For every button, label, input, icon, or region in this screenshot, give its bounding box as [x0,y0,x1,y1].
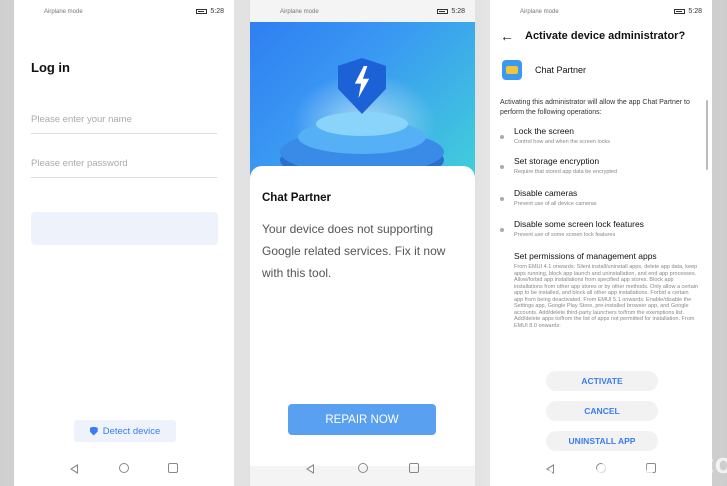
permission-item: Disable cameras Prevent use of all devic… [500,188,699,208]
permission-item: Set permissions of management apps From … [514,251,699,367]
activate-button[interactable]: ACTIVATE [546,371,658,391]
page-title: Log in [31,60,70,75]
permission-desc: Prevent use of some screen lock features [514,232,616,238]
permission-desc: From EMUI 4.1 onwards: Silent install/un… [514,264,699,329]
back-nav-icon[interactable] [306,464,314,474]
login-button[interactable] [31,212,218,245]
permission-item: Set storage encryption Require that stor… [500,156,699,176]
home-nav-icon[interactable] [357,463,368,473]
permission-title: Disable cameras [514,188,578,198]
bullet-icon [500,228,504,232]
nav-bar [14,460,234,480]
detect-device-button[interactable]: Detect device [74,420,176,442]
permission-desc: Control how and when the screen locks [514,139,610,145]
bullet-icon [500,197,504,201]
hero-banner [250,22,475,182]
status-bar: Airplane mode 5:28 [490,8,712,18]
back-nav-icon[interactable] [70,464,78,474]
repair-card: Chat Partner Your device does not suppor… [250,166,475,466]
permission-item: Lock the screen Control how and when the… [500,126,699,146]
permission-title: Set permissions of management apps [514,251,657,261]
page-title: Activate device administrator? [525,30,686,42]
status-time: 5:28 [451,8,465,15]
watermark: TECHNOCALIBT.COM [510,454,727,478]
status-mode: Airplane mode [280,9,319,15]
app-name: Chat Partner [262,192,332,204]
uninstall-app-button[interactable]: UNINSTALL APP [546,431,658,451]
admin-intro: Activating this administrator will allow… [500,99,690,116]
permission-title: Set storage encryption [514,156,600,166]
status-mode: Airplane mode [44,9,83,15]
app-name: Chat Partner [535,65,587,75]
battery-icon [437,8,449,14]
login-screen: Airplane mode 5:28 Log in Please enter y… [14,0,234,486]
battery-icon [674,8,686,14]
nav-bar [250,460,475,480]
cancel-button[interactable]: CANCEL [546,401,658,421]
battery-icon [196,8,208,14]
username-input[interactable]: Please enter your name [31,114,217,134]
permission-title: Disable some screen lock features [514,219,644,229]
bullet-icon [500,135,504,139]
repair-screen: Airplane mode 5:28 Chat Partner Your dev… [250,0,475,486]
status-time: 5:28 [210,8,224,15]
permission-desc: Prevent use of all device cameras [514,201,597,207]
status-mode: Airplane mode [520,9,559,15]
recents-nav-icon[interactable] [409,463,419,473]
permission-title: Lock the screen [514,126,575,136]
status-time: 5:28 [688,8,702,15]
status-bar: Airplane mode 5:28 [250,8,475,18]
header: ← Activate device administrator? [490,28,712,48]
password-input[interactable]: Please enter password [31,158,217,178]
recents-nav-icon[interactable] [168,463,178,473]
permission-item: Disable some screen lock features Preven… [500,219,699,239]
app-icon [502,60,522,80]
shield-icon [89,426,98,436]
detect-device-label: Detect device [102,425,161,437]
device-admin-screen: Airplane mode 5:28 ← Activate device adm… [490,0,712,486]
scrollbar[interactable] [706,100,708,170]
repair-message: Your device does not supporting Google r… [262,222,446,280]
home-nav-icon[interactable] [119,463,129,473]
bullet-icon [500,165,504,169]
repair-now-button[interactable]: REPAIR NOW [288,404,436,435]
back-arrow-icon[interactable]: ← [500,28,514,44]
status-bar: Airplane mode 5:28 [14,8,234,18]
permission-desc: Require that stored app data be encrypte… [514,169,618,175]
